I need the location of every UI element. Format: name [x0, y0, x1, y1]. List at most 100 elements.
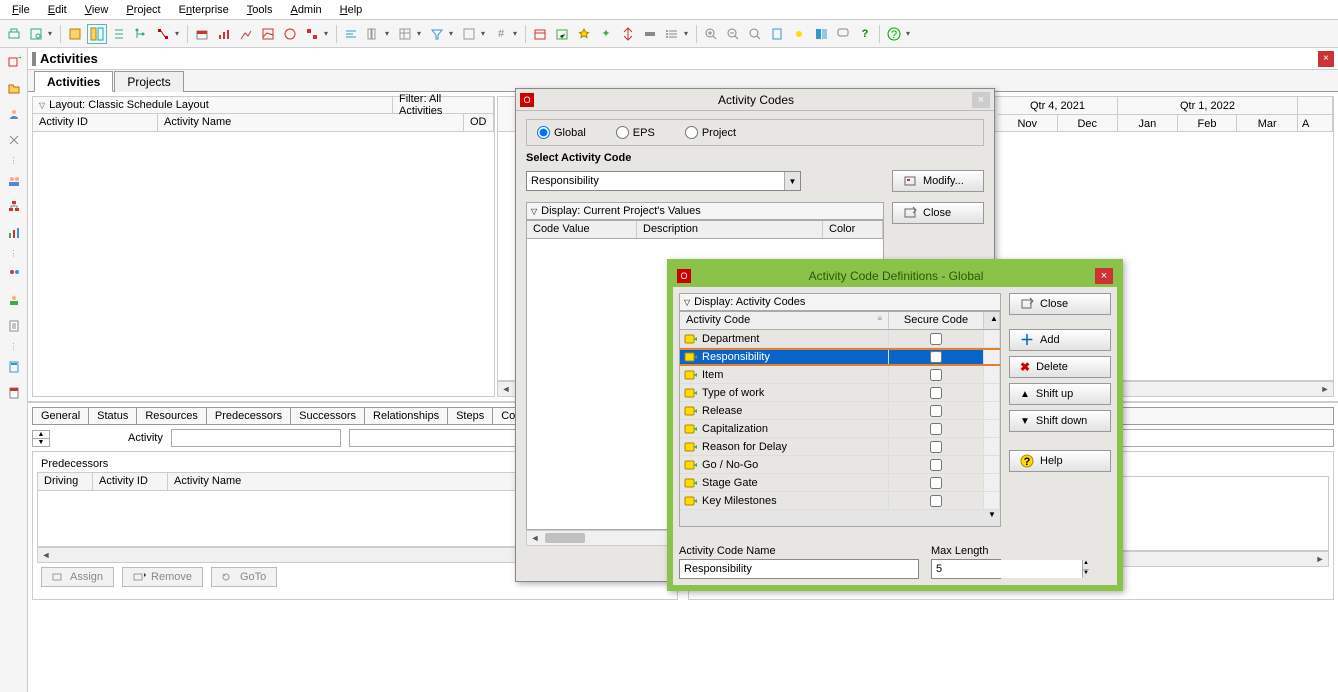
definition-row[interactable]: Responsibility — [680, 348, 1000, 366]
radio-project[interactable]: Project — [685, 126, 736, 139]
tab-predecessors[interactable]: Predecessors — [207, 408, 291, 424]
tab-successors[interactable]: Successors — [291, 408, 365, 424]
calc-icon[interactable] — [4, 357, 24, 377]
dd-g[interactable]: ▾ — [481, 29, 489, 38]
tab-resources[interactable]: Resources — [137, 408, 207, 424]
spinner-down[interactable]: ▼ — [33, 439, 49, 446]
print-icon[interactable] — [4, 24, 24, 44]
activity-code-combo[interactable]: ▼ — [526, 171, 801, 191]
modify-button[interactable]: Modify... — [892, 170, 984, 192]
tab-relationships[interactable]: Relationships — [365, 408, 448, 424]
col-pactid[interactable]: Activity ID — [93, 473, 168, 490]
dd-t[interactable]: ▾ — [417, 29, 425, 38]
activity-field-1[interactable] — [171, 429, 341, 447]
chart-icon[interactable] — [4, 223, 24, 243]
display-toggle-icon-2[interactable]: ▽ — [684, 298, 690, 307]
tab-status[interactable]: Status — [89, 408, 137, 424]
menu-project[interactable]: Project — [118, 2, 168, 17]
schedule-icon[interactable] — [530, 24, 550, 44]
col-code-value[interactable]: Code Value — [527, 221, 637, 238]
definition-row[interactable]: Type of work — [680, 384, 1000, 402]
grid-body[interactable] — [32, 132, 495, 397]
dd-help[interactable]: ▾ — [906, 29, 914, 38]
definition-row[interactable]: Key Milestones — [680, 492, 1000, 510]
secure-checkbox[interactable] — [930, 477, 942, 489]
sun-icon[interactable] — [789, 24, 809, 44]
toolbox-icon[interactable] — [192, 24, 212, 44]
tab-general[interactable]: General — [33, 408, 89, 424]
dialog-defs-close-icon[interactable]: × — [1095, 268, 1113, 284]
col-color[interactable]: Color — [823, 221, 883, 238]
critical-icon[interactable] — [618, 24, 638, 44]
definition-row[interactable]: Department — [680, 330, 1000, 348]
columns-icon[interactable] — [363, 24, 383, 44]
defs-add-button[interactable]: ＋Add — [1009, 329, 1111, 351]
zoom-fit-icon[interactable] — [745, 24, 765, 44]
person-icon[interactable] — [4, 104, 24, 124]
dd-l[interactable]: ▾ — [684, 29, 692, 38]
col-activity-name[interactable]: Activity Name — [158, 114, 464, 131]
layout-label[interactable]: Layout: Classic Schedule Layout — [49, 99, 209, 111]
defs-help-button[interactable]: ?Help — [1009, 450, 1111, 472]
balloon-icon[interactable] — [833, 24, 853, 44]
hierarchy-icon[interactable] — [131, 24, 151, 44]
baseline-icon[interactable] — [640, 24, 660, 44]
toolbar-dropdown-1[interactable]: ▾ — [48, 29, 56, 38]
close-codes-button[interactable]: Close — [892, 202, 984, 224]
secure-checkbox[interactable] — [930, 495, 942, 507]
doc-icon[interactable] — [4, 316, 24, 336]
expand-icon[interactable]: ▽ — [39, 101, 45, 110]
menu-tools[interactable]: Tools — [239, 2, 281, 17]
menu-view[interactable]: View — [77, 2, 117, 17]
tool-icon[interactable]: ✦ — [596, 24, 616, 44]
secure-checkbox[interactable] — [930, 423, 942, 435]
goto-button[interactable]: GoTo — [211, 567, 277, 587]
chart4-icon[interactable] — [302, 24, 322, 44]
definition-row[interactable]: Stage Gate — [680, 474, 1000, 492]
help-small-icon[interactable]: ? — [855, 24, 875, 44]
link-icon[interactable] — [153, 24, 173, 44]
bars-icon[interactable] — [214, 24, 234, 44]
page-icon[interactable] — [767, 24, 787, 44]
defs-delete-button[interactable]: ✖Delete — [1009, 356, 1111, 378]
menu-admin[interactable]: Admin — [282, 2, 329, 17]
zoom-in-icon[interactable] — [701, 24, 721, 44]
defs-close-button[interactable]: Close — [1009, 293, 1111, 315]
report-icon[interactable] — [4, 383, 24, 403]
scroll-up-icon[interactable]: ▲ — [984, 312, 1000, 329]
defs-shiftup-button[interactable]: ▲Shift up — [1009, 383, 1111, 405]
secure-checkbox[interactable] — [930, 387, 942, 399]
dd-h[interactable]: ▾ — [513, 29, 521, 38]
cut-icon[interactable] — [4, 130, 24, 150]
definition-row[interactable]: Reason for Delay — [680, 438, 1000, 456]
col-activity-code[interactable]: Activity Code≡ — [680, 312, 889, 329]
col-activity-id[interactable]: Activity ID — [33, 114, 158, 131]
menu-edit[interactable]: Edit — [40, 2, 75, 17]
definition-row[interactable]: Release — [680, 402, 1000, 420]
radio-global[interactable]: Global — [537, 126, 586, 139]
scroll-down-icon[interactable]: ▼ — [984, 510, 1000, 526]
col-secure-code[interactable]: Secure Code — [889, 312, 984, 329]
add-icon[interactable]: + — [4, 52, 24, 72]
dd-cols[interactable]: ▾ — [385, 29, 393, 38]
col-description[interactable]: Description — [637, 221, 823, 238]
menu-file[interactable]: File — [4, 2, 38, 17]
menu-enterprise[interactable]: Enterprise — [171, 2, 237, 17]
radio-eps[interactable]: EPS — [616, 126, 655, 139]
group-icon[interactable] — [459, 24, 479, 44]
secure-checkbox[interactable] — [930, 405, 942, 417]
tab-projects[interactable]: Projects — [114, 71, 183, 92]
filter-label[interactable]: Filter: All Activities — [393, 97, 494, 113]
dd-f[interactable]: ▾ — [449, 29, 457, 38]
secure-checkbox[interactable] — [930, 351, 942, 363]
users-icon[interactable] — [4, 171, 24, 191]
chart3-icon[interactable] — [280, 24, 300, 44]
toolbar-dropdown-2[interactable]: ▾ — [175, 29, 183, 38]
activity-code-input[interactable] — [527, 172, 784, 190]
remove-button[interactable]: Remove — [122, 567, 203, 587]
tab-steps[interactable]: Steps — [448, 408, 493, 424]
display-toggle-icon[interactable]: ▽ — [531, 207, 537, 216]
secure-checkbox[interactable] — [930, 333, 942, 345]
dialog-codes-close-icon[interactable]: × — [972, 92, 990, 108]
definition-row[interactable]: Capitalization — [680, 420, 1000, 438]
